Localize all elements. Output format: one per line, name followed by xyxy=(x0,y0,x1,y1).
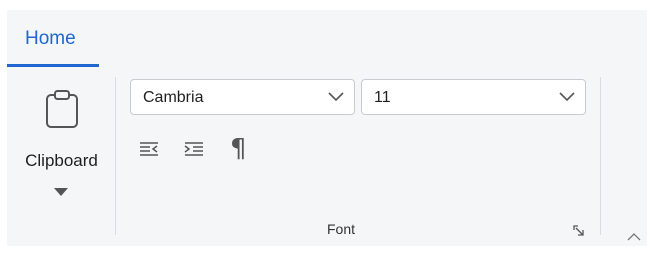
show-paragraph-marks-button[interactable]: ¶ xyxy=(223,134,255,164)
clipboard-icon xyxy=(46,90,78,128)
clipboard-button[interactable]: Clipboard xyxy=(14,77,109,227)
chevron-up-icon[interactable] xyxy=(627,232,641,242)
decrease-indent-button[interactable] xyxy=(133,136,165,164)
chevron-down-icon xyxy=(328,92,344,102)
clipboard-label: Clipboard xyxy=(25,151,98,170)
chevron-down-icon xyxy=(559,92,575,102)
caret-down-icon xyxy=(54,188,68,196)
tab-home[interactable]: Home xyxy=(7,10,99,67)
tab-home-label: Home xyxy=(25,28,76,49)
increase-indent-icon xyxy=(184,142,203,156)
font-size-select[interactable]: 11 xyxy=(361,79,586,115)
tab-active-indicator xyxy=(7,64,99,67)
ribbon: Home Clipboard Cambria 11 ¶ Font xyxy=(7,10,647,246)
increase-indent-button[interactable] xyxy=(178,136,210,164)
font-size-value: 11 xyxy=(374,89,391,106)
group-separator xyxy=(600,77,601,235)
pilcrow-icon: ¶ xyxy=(230,134,247,164)
font-family-select[interactable]: Cambria xyxy=(130,79,355,115)
font-group-label: Font xyxy=(327,221,356,237)
font-family-value: Cambria xyxy=(143,89,204,106)
decrease-indent-icon xyxy=(140,142,158,156)
dialog-launcher-icon[interactable] xyxy=(573,225,585,237)
group-separator xyxy=(115,77,116,235)
